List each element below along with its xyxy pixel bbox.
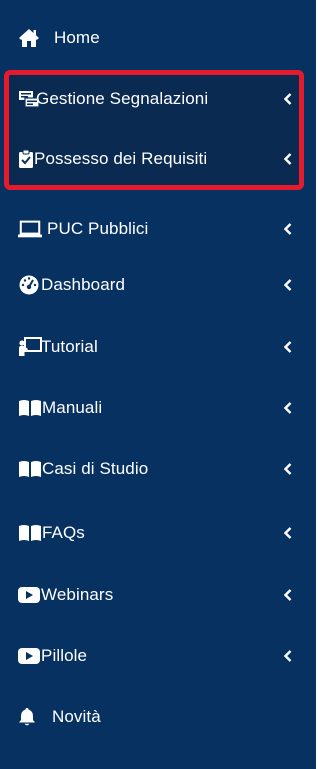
- book-icon: [18, 522, 42, 544]
- book-icon: [18, 458, 42, 480]
- home-icon: [18, 27, 42, 49]
- chevron-left-icon: [283, 462, 293, 476]
- sidebar-item-label: Casi di Studio: [42, 459, 149, 478]
- sidebar-item-label: Manuali: [42, 398, 103, 417]
- sidebar-item-pillole[interactable]: Pillole: [0, 627, 316, 685]
- sidebar-item-label: Home: [54, 28, 100, 47]
- sidebar-item-label: Pillole: [41, 646, 88, 665]
- book-icon: [18, 397, 42, 419]
- chevron-left-icon: [283, 92, 293, 106]
- sidebar-item-webinars[interactable]: Webinars: [0, 566, 316, 624]
- sidebar-item-label: PUC Pubblici: [47, 219, 149, 238]
- youtube-play-icon: [18, 645, 42, 667]
- sidebar-item-label: Tutorial: [41, 337, 98, 356]
- youtube-play-icon: [18, 584, 42, 606]
- chevron-left-icon: [283, 222, 293, 236]
- bell-icon: [18, 706, 42, 728]
- sidebar-item-manuali[interactable]: Manuali: [0, 379, 316, 437]
- sidebar-item-label: Possesso dei Requisiti: [34, 149, 208, 168]
- chevron-left-icon: [283, 340, 293, 354]
- chevron-left-icon: [283, 526, 293, 540]
- chevron-left-icon: [283, 278, 293, 292]
- sidebar-item-gestione-segnalazioni[interactable]: Gestione Segnalazioni: [0, 70, 316, 128]
- sidebar-item-novita[interactable]: Novità: [0, 688, 316, 746]
- gauge-icon: [18, 274, 42, 296]
- chevron-left-icon: [283, 588, 293, 602]
- sidebar-item-label: Novità: [52, 707, 101, 726]
- sidebar-item-label: Gestione Segnalazioni: [36, 89, 209, 108]
- sidebar-item-label: Dashboard: [41, 275, 126, 294]
- sidebar-item-possesso-dei-requisiti[interactable]: Possesso dei Requisiti: [0, 130, 316, 188]
- laptop-icon: [18, 218, 42, 240]
- chevron-left-icon: [283, 649, 293, 663]
- chevron-left-icon: [283, 401, 293, 415]
- sidebar-item-faqs[interactable]: FAQs: [0, 504, 316, 562]
- sidebar-item-dashboard[interactable]: Dashboard: [0, 256, 316, 314]
- sidebar: Home Gestione Segnalazioni Possesso dei …: [0, 0, 316, 769]
- sidebar-item-home[interactable]: Home: [0, 9, 316, 67]
- sidebar-item-label: FAQs: [42, 523, 85, 542]
- sidebar-item-tutorial[interactable]: Tutorial: [0, 318, 316, 376]
- presentation-icon: [18, 336, 42, 358]
- sidebar-item-puc-pubblici[interactable]: PUC Pubblici: [0, 200, 316, 258]
- sidebar-item-label: Webinars: [41, 585, 114, 604]
- sidebar-item-casi-di-studio[interactable]: Casi di Studio: [0, 440, 316, 498]
- chevron-left-icon: [283, 152, 293, 166]
